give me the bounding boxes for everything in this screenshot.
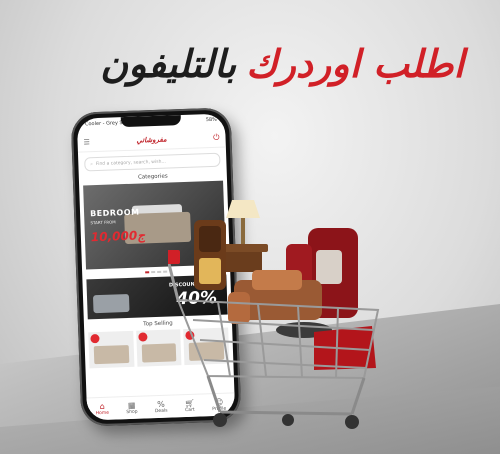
- deals-icon: %: [157, 399, 165, 410]
- shop-icon: ▦: [127, 400, 136, 411]
- headline: اطلب اوردرك بالتليفون: [18, 34, 464, 94]
- carousel-dot[interactable]: [151, 271, 156, 274]
- power-icon[interactable]: ⏻: [213, 133, 220, 143]
- phone-notch: [120, 115, 182, 128]
- banner-title: BEDROOM: [89, 207, 140, 219]
- sale-badge: [90, 334, 100, 344]
- sale-badge: [137, 332, 148, 342]
- nav-label: Shop: [126, 409, 138, 416]
- status-right: 58%: [205, 116, 218, 124]
- headline-red: اطلب اوردرك: [246, 42, 464, 86]
- home-icon: ⌂: [99, 401, 105, 412]
- cart-wheel: [282, 414, 294, 426]
- cart-wheel: [213, 413, 227, 427]
- nav-label: Home: [95, 410, 110, 417]
- headline-dark: بالتليفون: [100, 42, 237, 86]
- cart-wheel: [345, 415, 359, 429]
- product-card[interactable]: [88, 330, 135, 369]
- carousel-dot[interactable]: [157, 270, 162, 273]
- banner-price: 10,000ج: [90, 228, 146, 245]
- app-logo: مفروشاتي: [136, 135, 167, 145]
- cart-frame: [206, 375, 366, 416]
- app-bar: ☰ مفروشاتي ⏻: [77, 128, 226, 153]
- promo-banner: اطلب اوردرك بالتليفون Cooler - Grey Sale…: [0, 0, 500, 454]
- nav-label: Deals: [154, 408, 168, 415]
- search-placeholder: Find a category, search, wish…: [95, 159, 166, 167]
- cabinet-image: [194, 220, 226, 290]
- cart-handle: [168, 250, 180, 301]
- banner-subtitle: START FROM: [90, 219, 116, 226]
- nav-home[interactable]: ⌂ Home: [95, 402, 109, 416]
- lamp-image: [226, 200, 260, 246]
- product-image: [93, 345, 130, 365]
- search-icon: ⌕: [90, 162, 94, 168]
- nav-shop[interactable]: ▦ Shop: [126, 400, 138, 416]
- menu-icon[interactable]: ☰: [83, 138, 90, 146]
- shopping-cart-illustration: [168, 200, 380, 429]
- carousel-dot[interactable]: [163, 270, 168, 273]
- carousel-dot[interactable]: [145, 271, 150, 274]
- sofa-image: [92, 293, 130, 314]
- nav-deals[interactable]: % Deals: [155, 400, 168, 414]
- search-input[interactable]: ⌕ Find a category, search, wish…: [84, 152, 221, 172]
